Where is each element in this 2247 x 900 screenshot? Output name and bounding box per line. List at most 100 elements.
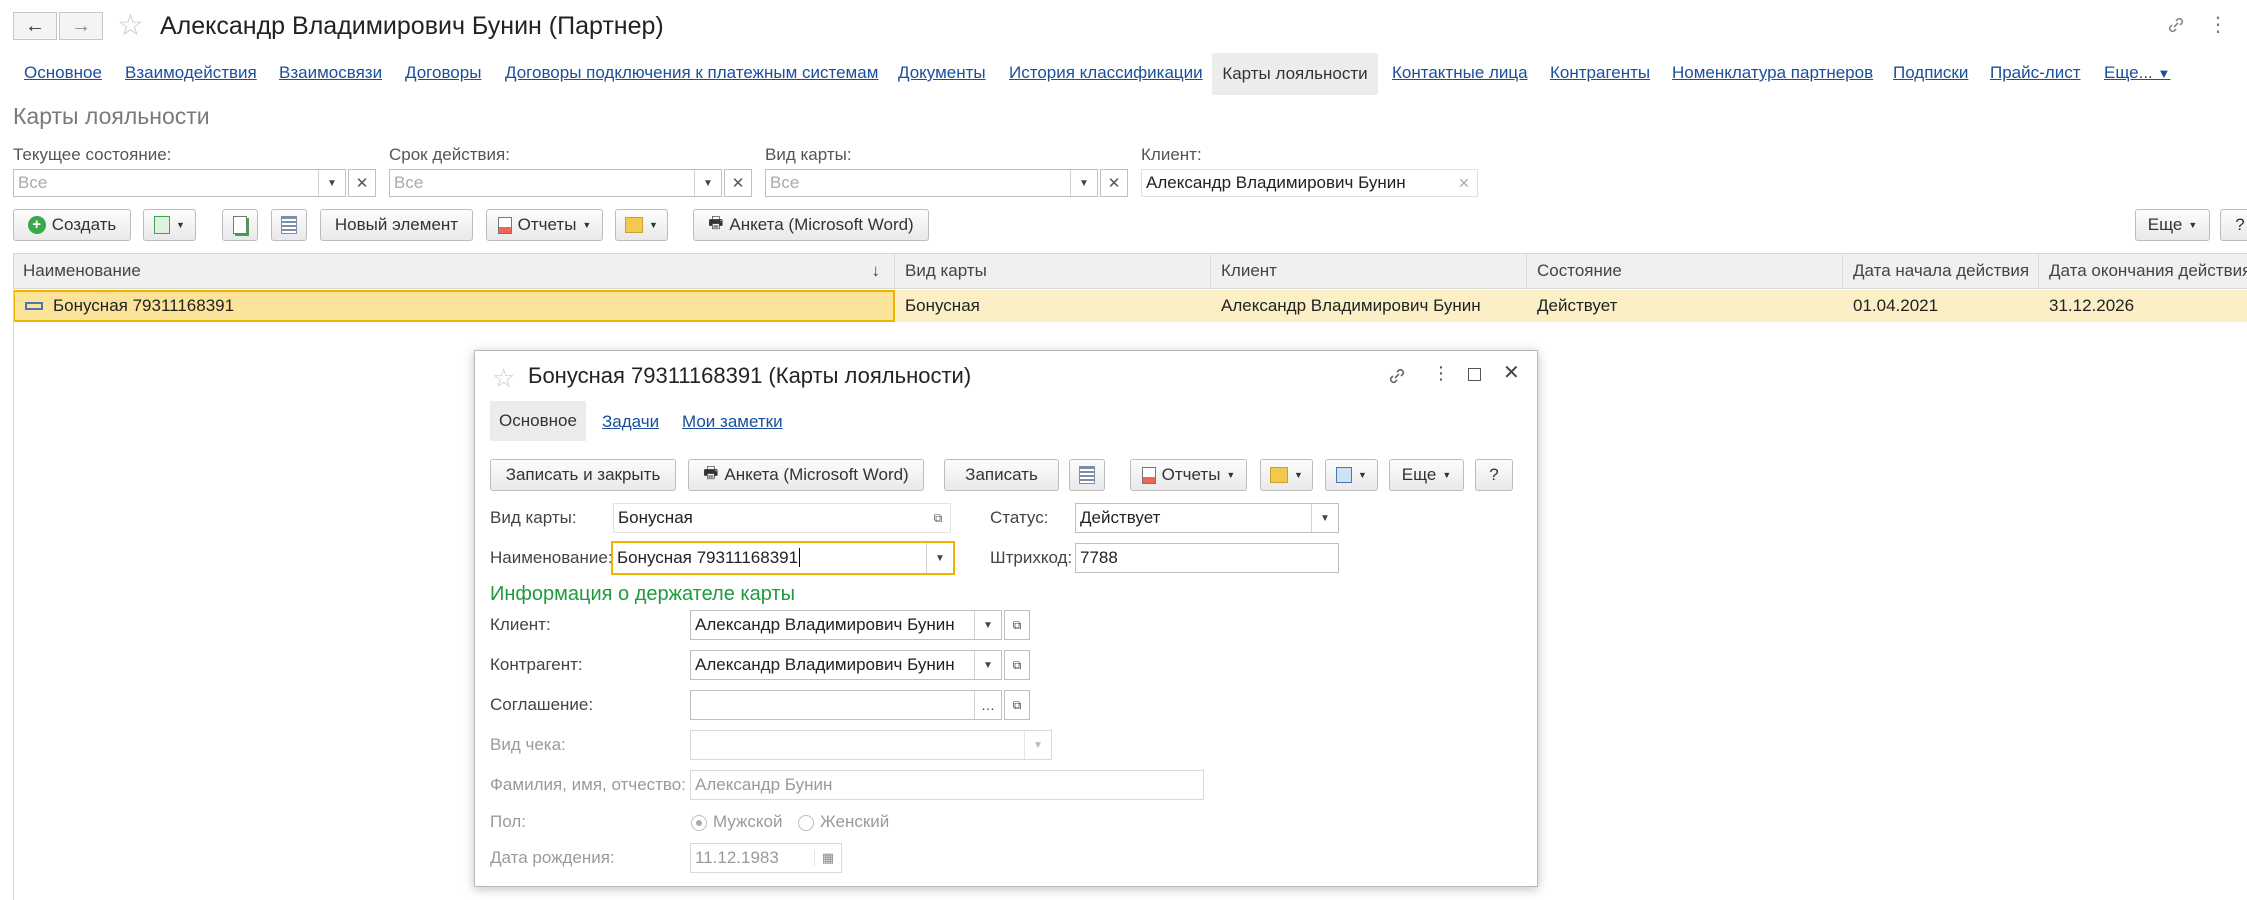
open-icon[interactable]: ⧉	[1004, 650, 1030, 680]
barcode-field[interactable]: 7788	[1075, 543, 1339, 573]
table-cell-state[interactable]: Действует	[1527, 290, 1843, 322]
tab-interactions[interactable]: Взаимодействия	[125, 63, 257, 83]
chevron-down-icon[interactable]: ▼	[974, 611, 1001, 639]
select-ellipsis-icon[interactable]: …	[974, 691, 1001, 719]
chevron-down-icon[interactable]: ▼	[694, 170, 721, 196]
tab-subscriptions[interactable]: Подписки	[1893, 63, 1968, 83]
list-view-button[interactable]	[271, 209, 307, 241]
dialog-help-button[interactable]: ?	[1475, 459, 1513, 491]
chevron-down-icon[interactable]: ▼	[974, 651, 1001, 679]
tab-contacts[interactable]: Контактные лица	[1392, 63, 1528, 83]
chevron-down-icon[interactable]: ▼	[1070, 170, 1097, 196]
filter-period-field[interactable]: Все ▼	[389, 169, 722, 197]
dialog-print-dropdown-button[interactable]: ▼	[1260, 459, 1313, 491]
status-field[interactable]: Действует ▼	[1075, 503, 1339, 533]
chevron-down-icon[interactable]: ▼	[1311, 504, 1338, 532]
dialog-more-label: Еще	[1401, 465, 1437, 484]
copy-dropdown-button[interactable]: ▼	[143, 209, 196, 241]
column-state[interactable]: Состояние	[1527, 254, 1843, 288]
maximize-icon[interactable]	[1468, 368, 1481, 381]
tab-more[interactable]: Еще... ▼	[2104, 63, 2170, 83]
copy-item-button[interactable]	[222, 209, 258, 241]
name-field[interactable]: Бонусная 79311168391 ▼	[611, 541, 955, 575]
help-button[interactable]: ?	[2220, 209, 2247, 241]
column-start-date[interactable]: Дата начала действия	[1843, 254, 2039, 288]
tab-counterparties[interactable]: Контрагенты	[1550, 63, 1650, 83]
fio-value: Александр Бунин	[695, 775, 833, 794]
favorite-star-icon[interactable]: ☆	[492, 363, 515, 393]
holder-client-field[interactable]: Александр Владимирович Бунин ▼	[690, 610, 1002, 640]
table-cell-card-kind[interactable]: Бонусная	[895, 290, 1211, 322]
gender-female-radio[interactable]: Женский	[798, 812, 889, 832]
column-client[interactable]: Клиент	[1211, 254, 1527, 288]
holder-agreement-field[interactable]: …	[690, 690, 1002, 720]
receipt-kind-field[interactable]: ▼	[690, 730, 1052, 760]
clear-icon[interactable]: ✕	[348, 169, 376, 197]
favorite-star-icon[interactable]: ☆	[117, 11, 144, 41]
table-cell-start-date[interactable]: 01.04.2021	[1843, 290, 2039, 322]
link-icon[interactable]	[1386, 365, 1408, 387]
save-button[interactable]: Записать	[944, 459, 1059, 491]
card-kind-field[interactable]: Бонусная ⧉	[613, 503, 951, 533]
open-icon[interactable]: ⧉	[926, 511, 950, 526]
more-vertical-icon[interactable]: ⋮	[2208, 12, 2228, 37]
chevron-down-icon[interactable]: ▼	[318, 170, 345, 196]
filter-client-field[interactable]: Александр Владимирович Бунин ✕	[1141, 169, 1478, 197]
print-dropdown-button[interactable]: ▼	[615, 209, 668, 241]
forward-button[interactable]: →	[59, 12, 103, 40]
tab-main[interactable]: Основное	[24, 63, 102, 83]
dialog-more-button[interactable]: Еще ▼	[1389, 459, 1464, 491]
table-cell-end-date[interactable]: 31.12.2026	[2039, 290, 2247, 322]
column-end-date[interactable]: Дата окончания действия	[2039, 254, 2247, 288]
back-button[interactable]: ←	[13, 12, 57, 40]
column-card-kind[interactable]: Вид карты	[895, 254, 1211, 288]
dialog-tab-notes[interactable]: Мои заметки	[682, 412, 783, 432]
dialog-tab-main[interactable]: Основное	[490, 401, 586, 441]
fio-field[interactable]: Александр Бунин	[690, 770, 1204, 800]
tab-loyalty-cards[interactable]: Карты лояльности	[1212, 53, 1378, 95]
tab-partner-nomenclature[interactable]: Номенклатура партнеров	[1672, 63, 1873, 83]
create-button[interactable]: + Создать	[13, 209, 131, 241]
calendar-icon[interactable]: ▦	[814, 850, 841, 866]
filter-card-kind-field[interactable]: Все ▼	[765, 169, 1098, 197]
link-icon[interactable]	[2165, 14, 2187, 36]
clear-icon[interactable]: ✕	[1100, 169, 1128, 197]
column-name[interactable]: Наименование ↓	[13, 254, 895, 288]
dialog-list-button[interactable]	[1069, 459, 1105, 491]
holder-counterparty-field[interactable]: Александр Владимирович Бунин ▼	[690, 650, 1002, 680]
birth-date-field[interactable]: 11.12.1983 ▦	[690, 843, 842, 873]
table-row[interactable]: Бонусная 79311168391 Бонусная Александр …	[13, 290, 2247, 322]
dialog-form-word-button[interactable]: 🖶 Анкета (Microsoft Word)	[688, 459, 924, 491]
more-vertical-icon[interactable]: ⋮	[1432, 363, 1450, 384]
dialog-tab-tasks[interactable]: Задачи	[602, 412, 659, 432]
column-name-label: Наименование	[23, 261, 141, 280]
new-element-button[interactable]: Новый элемент	[320, 209, 473, 241]
tab-classification-history[interactable]: История классификации	[1009, 63, 1203, 83]
birth-date-label: Дата рождения:	[490, 848, 615, 867]
reports-button[interactable]: Отчеты ▼	[486, 209, 603, 241]
dialog-create-based-button[interactable]: ▼	[1325, 459, 1378, 491]
chevron-down-icon[interactable]: ▼	[1024, 731, 1051, 759]
tab-contracts[interactable]: Договоры	[405, 63, 481, 83]
save-close-button[interactable]: Записать и закрыть	[490, 459, 676, 491]
tab-price-list[interactable]: Прайс-лист	[1990, 63, 2081, 83]
chevron-down-icon[interactable]: ▼	[926, 543, 953, 573]
save-label: Записать	[965, 465, 1038, 484]
table-cell-client[interactable]: Александр Владимирович Бунин	[1211, 290, 1527, 322]
gender-male-radio[interactable]: Мужской	[691, 812, 783, 832]
tab-payment-contracts[interactable]: Договоры подключения к платежным система…	[505, 63, 878, 83]
open-icon[interactable]: ⧉	[1004, 690, 1030, 720]
more-button[interactable]: Еще ▼	[2135, 209, 2210, 241]
form-word-button[interactable]: 🖶 Анкета (Microsoft Word)	[693, 209, 929, 241]
clear-icon[interactable]: ✕	[724, 169, 752, 197]
open-icon[interactable]: ⧉	[1004, 610, 1030, 640]
status-label: Статус:	[990, 508, 1049, 527]
table-cell-name[interactable]: Бонусная 79311168391	[13, 290, 895, 322]
tab-documents[interactable]: Документы	[898, 63, 986, 83]
dialog-reports-button[interactable]: Отчеты ▼	[1130, 459, 1247, 491]
clear-icon[interactable]: ✕	[1451, 175, 1477, 192]
tab-relations[interactable]: Взаимосвязи	[279, 63, 382, 83]
radio-selected-icon	[691, 814, 707, 831]
close-icon[interactable]: ✕	[1503, 360, 1520, 385]
filter-state-field[interactable]: Все ▼	[13, 169, 346, 197]
